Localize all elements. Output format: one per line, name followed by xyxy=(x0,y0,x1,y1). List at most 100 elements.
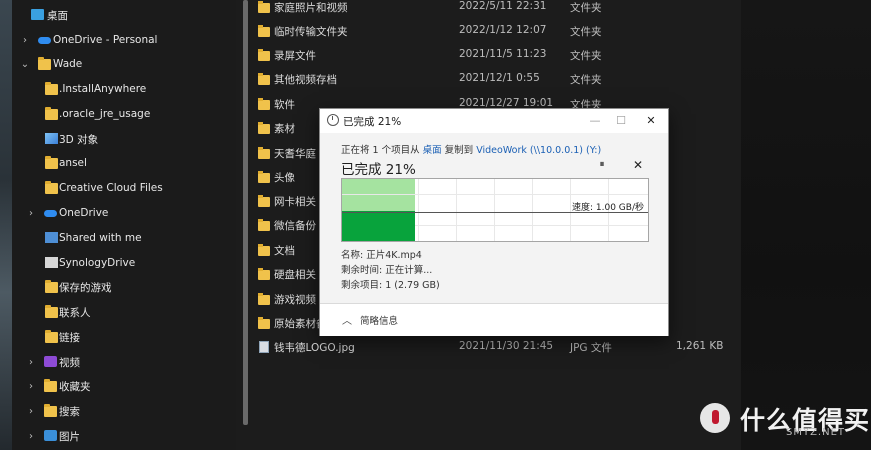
nav-item-desktop[interactable]: 桌面 xyxy=(12,3,236,27)
fewer-details-toggle[interactable]: ︿ 简略信息 xyxy=(320,303,668,336)
file-name: 临时传输文件夹 xyxy=(274,26,348,38)
file-name: 文档 xyxy=(274,245,295,257)
grid-line xyxy=(532,179,533,241)
file-name: 天耆华庭 xyxy=(274,148,316,160)
folder-icon xyxy=(258,25,270,37)
file-date: 2021/11/5 11:23 xyxy=(459,48,547,60)
desktop-background-right xyxy=(741,0,871,450)
nav-item-saved-games[interactable]: 保存的游戏 xyxy=(12,275,236,299)
cube-icon xyxy=(45,133,58,144)
file-name: 软件 xyxy=(274,99,295,111)
folder-icon xyxy=(258,1,270,13)
source-link[interactable]: 桌面 xyxy=(423,145,442,156)
file-size: 1,261 KB xyxy=(676,340,724,352)
cancel-button[interactable]: ✕ xyxy=(631,158,645,172)
navigation-pane: 桌面 › OneDrive - Personal ⌄ Wade .Install… xyxy=(12,0,248,450)
folder-icon xyxy=(258,122,270,134)
folder-icon xyxy=(44,404,57,417)
chevron-down-icon[interactable]: ⌄ xyxy=(20,59,30,70)
grid-line xyxy=(418,179,419,241)
nav-item-label: SynologyDrive xyxy=(59,257,136,269)
file-row[interactable]: 临时传输文件夹 2022/1/12 12:07 文件夹 xyxy=(243,20,743,42)
file-name: 游戏视频 xyxy=(274,294,316,306)
nav-item-installanywhere[interactable]: .InstallAnywhere xyxy=(12,77,236,101)
nav-item-3d-objects[interactable]: 3D 对象 xyxy=(12,127,236,151)
file-row[interactable]: 其他视频存档 2021/12/1 0:55 文件夹 xyxy=(243,68,743,90)
grid-line xyxy=(342,194,648,195)
nav-item-label: .oracle_jre_usage xyxy=(59,108,151,120)
nav-item-ansel[interactable]: ansel xyxy=(12,151,236,175)
nav-item-oracle-jre-usage[interactable]: .oracle_jre_usage xyxy=(12,102,236,126)
folder-icon xyxy=(45,181,58,194)
file-name: 素材 xyxy=(274,123,295,135)
folder-icon xyxy=(45,156,58,169)
grid-line xyxy=(456,179,457,241)
nav-item-label: OneDrive - Personal xyxy=(53,34,158,46)
speed-label: 速度: 1.00 GB/秒 xyxy=(572,203,644,213)
file-name: 录屏文件 xyxy=(274,50,316,62)
chevron-right-icon[interactable]: › xyxy=(26,431,36,442)
folder-icon xyxy=(45,82,58,95)
file-name: 家庭照片和视频 xyxy=(274,2,348,14)
folder-icon xyxy=(258,244,270,256)
folder-icon xyxy=(258,98,270,110)
nav-item-synologydrive[interactable]: SynologyDrive xyxy=(12,251,236,275)
sync-icon xyxy=(45,257,58,268)
chevron-right-icon[interactable]: › xyxy=(26,381,36,392)
file-name: 网卡相关 xyxy=(274,196,316,208)
chevron-right-icon[interactable]: › xyxy=(26,406,36,417)
file-date: 2021/12/1 0:55 xyxy=(459,72,540,84)
folder-icon xyxy=(258,219,270,231)
folder-icon xyxy=(258,49,270,61)
folder-icon xyxy=(45,330,58,343)
nav-item-label: 链接 xyxy=(59,331,80,344)
fewer-details-label: 简略信息 xyxy=(360,316,399,327)
nav-item-onedrive-personal[interactable]: › OneDrive - Personal xyxy=(12,28,236,52)
watermark-subtext: SMYZ.NET xyxy=(786,427,846,438)
close-button[interactable]: ✕ xyxy=(638,111,664,131)
nav-item-shared-with-me[interactable]: Shared with me xyxy=(12,226,236,250)
nav-item-favorites[interactable]: › 收藏夹 xyxy=(12,374,236,398)
file-row[interactable]: 录屏文件 2021/11/5 11:23 文件夹 xyxy=(243,44,743,66)
file-type: 文件夹 xyxy=(570,2,602,14)
maximize-button[interactable]: ☐ xyxy=(608,111,634,131)
nav-item-pictures[interactable]: › 图片 xyxy=(12,424,236,448)
pause-button[interactable]: ⏸ xyxy=(596,159,608,171)
file-name-info: 名称: 正片4K.mp4 xyxy=(341,250,422,261)
nav-item-searches[interactable]: › 搜索 xyxy=(12,399,236,423)
cloud-icon xyxy=(44,210,57,217)
cloud-icon xyxy=(38,37,51,44)
nav-item-onedrive[interactable]: › OneDrive xyxy=(12,201,236,225)
percent-complete: 已完成 21% xyxy=(341,162,416,178)
nav-item-label: ansel xyxy=(59,157,87,169)
nav-item-wade[interactable]: ⌄ Wade xyxy=(12,52,236,76)
file-name: 其他视频存档 xyxy=(274,74,337,86)
file-date: 2022/1/12 12:07 xyxy=(459,24,547,36)
chevron-right-icon[interactable]: › xyxy=(26,357,36,368)
desktop-background-left xyxy=(0,0,12,450)
desktop-icon xyxy=(31,9,44,20)
grid-line xyxy=(494,179,495,241)
dialog-titlebar[interactable]: 已完成 21% — ☐ ✕ xyxy=(320,109,668,133)
file-row[interactable]: 钱韦德LOGO.jpg 2021/11/30 21:45 JPG 文件 1,261 K… xyxy=(243,336,743,358)
file-row[interactable]: 家庭照片和视频 2022/5/11 22:31 文件夹 xyxy=(243,0,743,18)
file-date: 2022/5/11 22:31 xyxy=(459,0,547,12)
grid-line xyxy=(570,179,571,241)
copy-mid: 复制到 xyxy=(444,145,474,156)
nav-item-contacts[interactable]: 联系人 xyxy=(12,300,236,324)
nav-item-creative-cloud-files[interactable]: Creative Cloud Files xyxy=(12,176,236,200)
file-name: 钱韦德LOGO.jpg xyxy=(274,342,355,354)
nav-item-links[interactable]: 链接 xyxy=(12,325,236,349)
nav-item-videos[interactable]: › 视频 xyxy=(12,350,236,374)
chevron-up-icon: ︿ xyxy=(342,316,352,327)
nav-item-label: Shared with me xyxy=(59,232,142,244)
minimize-button[interactable]: — xyxy=(582,111,608,131)
destination-link[interactable]: VideoWork (\\10.0.0.1) (Y:) xyxy=(476,145,601,156)
folder-icon xyxy=(258,195,270,207)
nav-item-label: 搜索 xyxy=(59,405,80,418)
chevron-right-icon[interactable]: › xyxy=(26,208,36,219)
video-icon xyxy=(44,356,57,367)
chevron-right-icon[interactable]: › xyxy=(20,35,30,46)
nav-item-label: Wade xyxy=(53,58,83,70)
copy-description: 正在将 1 个项目从 桌面 复制到 VideoWork (\\10.0.0.1)… xyxy=(341,142,601,156)
